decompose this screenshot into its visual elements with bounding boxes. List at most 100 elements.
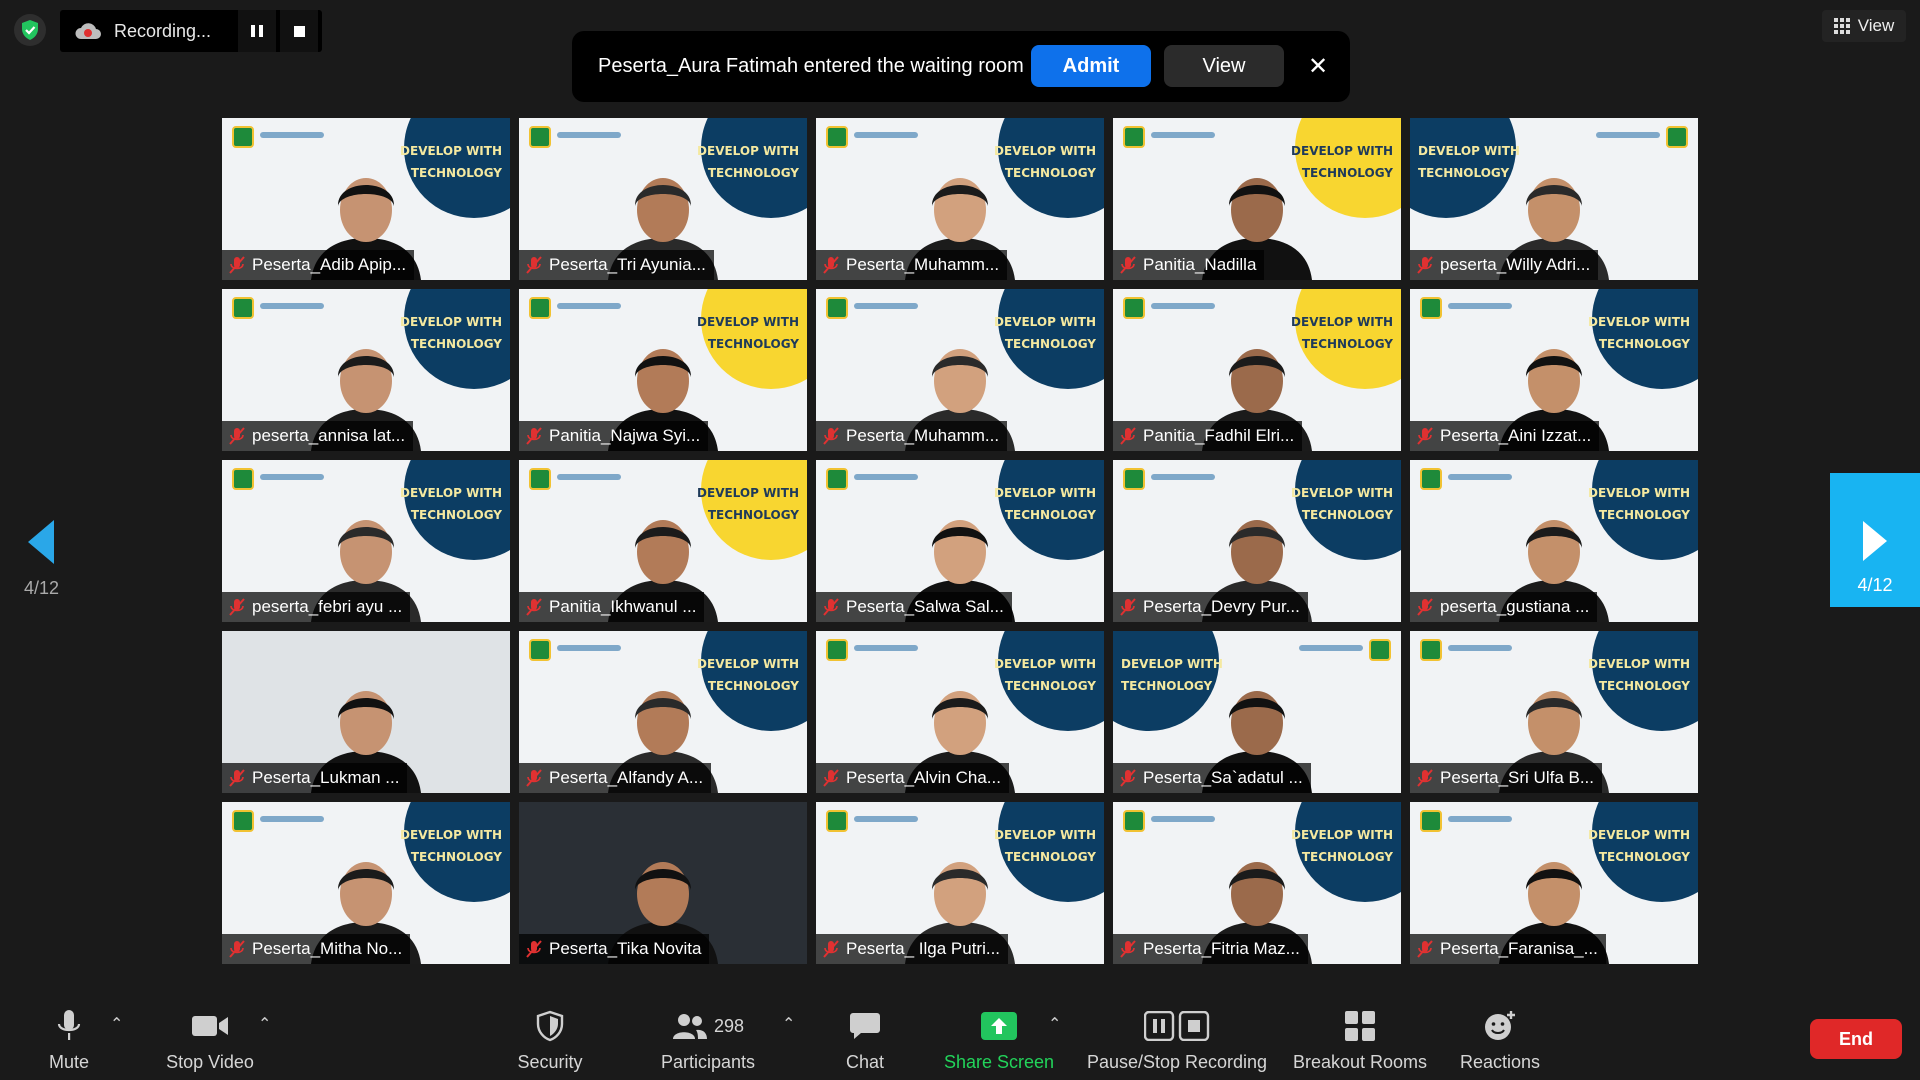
sponsor-logos	[854, 816, 918, 822]
share-screen-icon	[979, 1008, 1019, 1044]
stop-recording-button[interactable]	[280, 10, 318, 52]
participant-name-tag: Peserta_Muhamm...	[816, 421, 1008, 451]
sponsor-logos	[854, 303, 918, 309]
event-logo-icon	[826, 126, 848, 148]
event-logo-icon	[232, 297, 254, 319]
video-options-caret-icon[interactable]: ⌃	[258, 1014, 271, 1034]
video-tile[interactable]: DEVELOP WITH TECHNOLOGY Peserta_Muhamm...	[816, 289, 1104, 451]
reactions-button[interactable]: Reactions	[1458, 996, 1542, 1080]
breakout-rooms-button[interactable]: Breakout Rooms	[1290, 996, 1430, 1080]
mute-button[interactable]: Mute	[38, 996, 100, 1080]
close-notification-icon[interactable]: ✕	[1300, 45, 1336, 87]
event-logo-icon	[529, 468, 551, 490]
page-indicator-left: 4/12	[24, 578, 60, 598]
video-tile[interactable]: DEVELOP WITH TECHNOLOGY Peserta_ Ilga Putr…	[816, 802, 1104, 964]
video-tile[interactable]: DEVELOP WITH TECHNOLOGY Peserta_Tri Ayunia…	[519, 118, 807, 280]
muted-microphone-icon	[229, 769, 245, 787]
participant-name-tag: Panitia_Ikhwanul ...	[519, 592, 705, 622]
sponsor-logos	[1151, 816, 1215, 822]
participant-name-tag: Peserta_Fitria Maz...	[1113, 934, 1308, 964]
video-tile[interactable]: DEVELOP WITH TECHNOLOGY Peserta_Devry Pur.…	[1113, 460, 1401, 622]
participant-name: Panitia_Najwa Syi...	[549, 426, 701, 445]
security-shield-icon[interactable]	[14, 14, 46, 46]
stop-video-label: Stop Video	[166, 1052, 254, 1072]
video-tile[interactable]: Peserta_Lukman ...	[222, 631, 510, 793]
sponsor-logos	[260, 132, 324, 138]
event-logo-icon	[529, 297, 551, 319]
muted-microphone-icon	[229, 598, 245, 616]
cloud-recording-icon	[75, 23, 101, 39]
video-tile[interactable]: DEVELOP WITH TECHNOLOGY peserta_gustiana .…	[1410, 460, 1698, 622]
video-tile[interactable]: DEVELOP WITH TECHNOLOGY Peserta_Alfandy A.…	[519, 631, 807, 793]
audio-options-caret-icon[interactable]: ⌃	[110, 1014, 123, 1034]
muted-microphone-icon	[1120, 598, 1136, 616]
pause-stop-recording-button[interactable]: Pause/Stop Recording	[1084, 996, 1270, 1080]
view-layout-button[interactable]: View	[1822, 10, 1906, 42]
video-tile[interactable]: DEVELOP WITH TECHNOLOGY Peserta_Alvin Cha.…	[816, 631, 1104, 793]
sponsor-logos	[557, 474, 621, 480]
video-tile[interactable]: DEVELOP WITH TECHNOLOGY Peserta_Sa`adatul …	[1113, 631, 1401, 793]
muted-microphone-icon	[823, 598, 839, 616]
muted-microphone-icon	[1120, 769, 1136, 787]
share-options-caret-icon[interactable]: ⌃	[1048, 1014, 1061, 1034]
security-button[interactable]: Security	[512, 996, 588, 1080]
event-logo-icon	[1369, 639, 1391, 661]
participants-button[interactable]: 298 Participants	[652, 996, 764, 1080]
video-tile[interactable]: DEVELOP WITH TECHNOLOGY peserta_febri ayu …	[222, 460, 510, 622]
participant-name-tag: Peserta_Adib Apip...	[222, 250, 415, 280]
participant-name: Peserta_Muhamm...	[846, 426, 1000, 445]
participant-name-tag: Panitia_Najwa Syi...	[519, 421, 709, 451]
participant-name-tag: Peserta_Sri Ulfa B...	[1410, 763, 1603, 793]
participant-name-tag: Peserta_Alvin Cha...	[816, 763, 1009, 793]
muted-microphone-icon	[823, 940, 839, 958]
video-tile[interactable]: DEVELOP WITH TECHNOLOGY Peserta_Aini Izzat…	[1410, 289, 1698, 451]
video-tile[interactable]: DEVELOP WITH TECHNOLOGY Panitia_Fadhil Elr…	[1113, 289, 1401, 451]
video-tile[interactable]: DEVELOP WITH TECHNOLOGY Panitia_Ikhwanul .…	[519, 460, 807, 622]
event-logo-icon	[826, 297, 848, 319]
video-tile[interactable]: DEVELOP WITH TECHNOLOGY peserta_Willy Adri…	[1410, 118, 1698, 280]
smiley-icon	[1480, 1008, 1520, 1044]
participant-name-tag: Peserta_Sa`adatul ...	[1113, 763, 1311, 793]
muted-microphone-icon	[1417, 940, 1433, 958]
participant-name: Peserta_Sa`adatul ...	[1143, 768, 1303, 787]
video-tile[interactable]: DEVELOP WITH TECHNOLOGY Peserta_Mitha No..…	[222, 802, 510, 964]
video-tile[interactable]: DEVELOP WITH TECHNOLOGY Panitia_Nadilla	[1113, 118, 1401, 280]
share-screen-button[interactable]: Share Screen	[944, 996, 1054, 1080]
participant-name: Peserta_Devry Pur...	[1143, 597, 1300, 616]
recording-indicator: Recording...	[60, 10, 322, 52]
muted-microphone-icon	[526, 598, 542, 616]
end-meeting-button[interactable]: End	[1810, 1019, 1902, 1059]
video-tile[interactable]: DEVELOP WITH TECHNOLOGY peserta_annisa lat…	[222, 289, 510, 451]
event-logo-icon	[529, 639, 551, 661]
admit-button[interactable]: Admit	[1031, 45, 1151, 87]
sponsor-logos	[260, 816, 324, 822]
muted-microphone-icon	[526, 769, 542, 787]
share-screen-label: Share Screen	[943, 1052, 1055, 1072]
video-tile[interactable]: DEVELOP WITH TECHNOLOGY Peserta_Salwa Sal.…	[816, 460, 1104, 622]
reactions-label: Reactions	[1459, 1052, 1541, 1072]
video-tile[interactable]: DEVELOP WITH TECHNOLOGY Peserta_Faranisa_.…	[1410, 802, 1698, 964]
video-tile[interactable]: Peserta_Tika Novita	[519, 802, 807, 964]
participant-name: Peserta_Alfandy A...	[549, 768, 704, 787]
muted-microphone-icon	[1417, 769, 1433, 787]
chat-button[interactable]: Chat	[840, 996, 890, 1080]
sponsor-logos	[854, 645, 918, 651]
video-tile[interactable]: DEVELOP WITH TECHNOLOGY Peserta_Adib Apip.…	[222, 118, 510, 280]
muted-microphone-icon	[1120, 256, 1136, 274]
previous-page-button[interactable]: 4/12	[24, 520, 64, 600]
sponsor-logos	[260, 303, 324, 309]
pause-recording-button[interactable]	[238, 10, 276, 52]
view-waiting-room-button[interactable]: View	[1164, 45, 1284, 87]
participants-options-caret-icon[interactable]: ⌃	[782, 1014, 795, 1034]
video-tile[interactable]: DEVELOP WITH TECHNOLOGY Panitia_Najwa Syi.…	[519, 289, 807, 451]
event-logo-icon	[826, 468, 848, 490]
participant-name: Peserta_Salwa Sal...	[846, 597, 1004, 616]
shield-icon	[530, 1008, 570, 1044]
video-tile[interactable]: DEVELOP WITH TECHNOLOGY Peserta_Muhamm...	[816, 118, 1104, 280]
next-page-button[interactable]: 4/12	[1830, 473, 1920, 607]
view-layout-label: View	[1857, 16, 1895, 35]
participant-name-tag: Peserta_Muhamm...	[816, 250, 1008, 280]
video-tile[interactable]: DEVELOP WITH TECHNOLOGY Peserta_Sri Ulfa B…	[1410, 631, 1698, 793]
video-tile[interactable]: DEVELOP WITH TECHNOLOGY Peserta_Fitria Maz…	[1113, 802, 1401, 964]
stop-video-button[interactable]: Stop Video	[160, 996, 260, 1080]
